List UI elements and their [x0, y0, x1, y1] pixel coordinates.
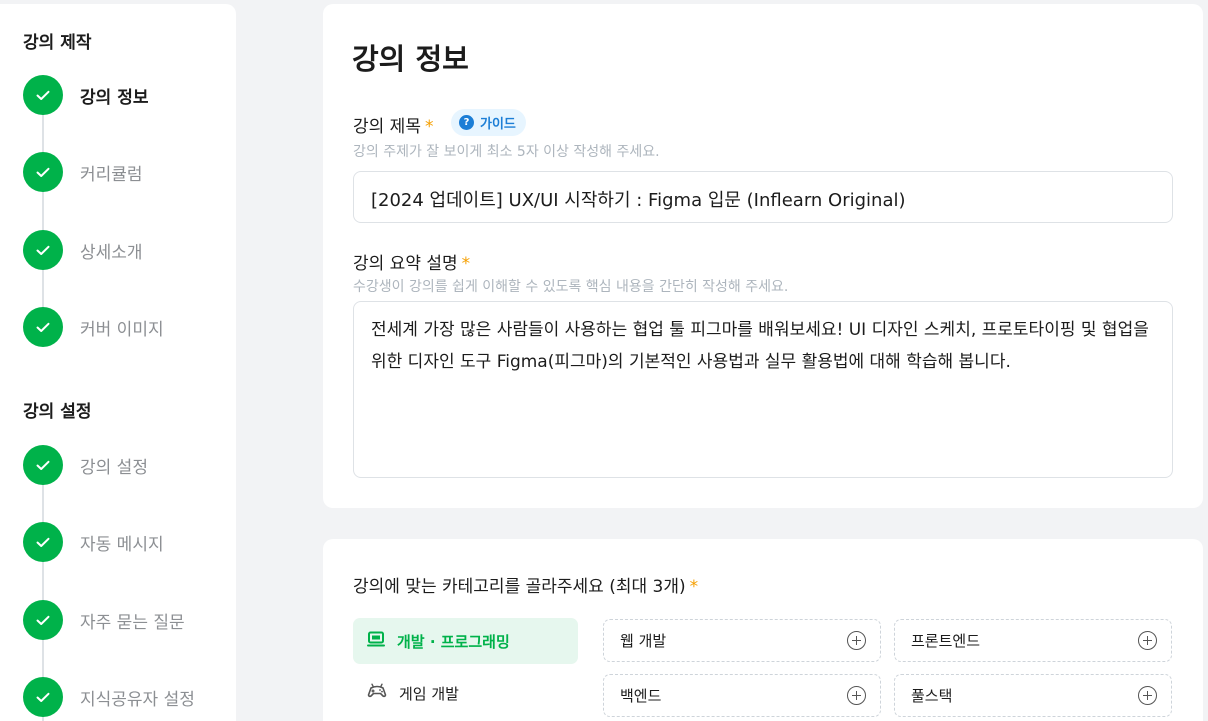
course-title-hint: 강의 주제가 잘 보이게 최소 5자 이상 작성해 주세요. [353, 144, 660, 160]
subcategory-label: 프론트엔드 [911, 632, 981, 650]
check-icon [23, 230, 63, 270]
check-icon [23, 445, 63, 485]
question-icon: ? [459, 115, 474, 130]
subcategory-fullstack[interactable]: 풀스택 [894, 674, 1172, 717]
plus-circle-icon [1138, 686, 1157, 705]
course-info-card: 강의 정보 강의 제목 * ? 가이드 강의 주제가 잘 보이게 최소 5자 이상… [323, 4, 1203, 508]
sidebar-step-label: 상세소개 [80, 242, 143, 263]
sidebar-step-faq[interactable]: 자주 묻는 질문 [23, 600, 185, 640]
check-icon [23, 152, 63, 192]
section-title-course-settings: 강의 설정 [23, 402, 92, 422]
sidebar-step-label: 자동 메시지 [80, 534, 164, 555]
subcategory-label: 풀스택 [911, 687, 953, 705]
sidebar-step-course-info[interactable]: 강의 정보 [23, 75, 148, 115]
monitor-icon [367, 631, 385, 652]
sidebar-step-label: 강의 정보 [80, 87, 149, 108]
course-title-label: 강의 제목 * [353, 112, 433, 137]
check-icon [23, 75, 63, 115]
progress-line [42, 113, 44, 319]
subcategory-web-dev[interactable]: 웹 개발 [603, 619, 881, 662]
sidebar: 강의 제작 강의 정보 커리큘럼 상세소개 커버 이미지 강의 설정 강의 설정… [0, 4, 236, 721]
sidebar-step-label: 자주 묻는 질문 [80, 612, 185, 633]
game-controller-icon [367, 683, 387, 703]
category-label-main: 개발 · 프로그래밍 [397, 632, 510, 651]
sidebar-step-detail-intro[interactable]: 상세소개 [23, 230, 143, 270]
subcategory-label: 웹 개발 [620, 632, 667, 650]
sidebar-step-label: 강의 설정 [80, 457, 148, 478]
sidebar-step-auto-message[interactable]: 자동 메시지 [23, 522, 164, 562]
sidebar-step-curriculum[interactable]: 커리큘럼 [23, 152, 143, 192]
plus-circle-icon [847, 686, 866, 705]
check-icon [23, 600, 63, 640]
section-title-course-creation: 강의 제작 [23, 33, 92, 53]
guide-button-label: 가이드 [480, 117, 516, 132]
course-title-input[interactable]: [2024 업데이트] UX/UI 시작하기 : Figma 입문 (Infle… [353, 171, 1173, 223]
required-mark: * [461, 254, 471, 274]
plus-circle-icon [1138, 631, 1157, 650]
check-icon [23, 522, 63, 562]
sidebar-step-instructor-settings[interactable]: 지식공유자 설정 [23, 677, 195, 717]
plus-circle-icon [847, 631, 866, 650]
category-dev-programming[interactable]: 개발 · 프로그래밍 [353, 618, 578, 664]
course-summary-hint: 수강생이 강의를 쉽게 이해할 수 있도록 핵심 내용을 간단히 작성해 주세요… [353, 279, 789, 295]
required-mark: * [424, 117, 434, 137]
required-mark: * [689, 577, 699, 597]
page-title: 강의 정보 [352, 42, 469, 76]
check-icon [23, 677, 63, 717]
category-game-dev[interactable]: 게임 개발 [353, 670, 578, 716]
course-summary-textarea[interactable]: 전세계 가장 많은 사람들이 사용하는 협업 툴 피그마를 배워보세요! UI … [353, 301, 1173, 478]
category-label-main: 게임 개발 [399, 684, 459, 703]
category-label-text: 강의에 맞는 카테고리를 골라주세요 (최대 3개) [353, 577, 686, 597]
course-summary-label: 강의 요약 설명 * [353, 249, 470, 274]
subcategory-label: 백엔드 [620, 687, 662, 705]
sidebar-step-cover-image[interactable]: 커버 이미지 [23, 307, 164, 347]
subcategory-backend[interactable]: 백엔드 [603, 674, 881, 717]
course-title-label-text: 강의 제목 [353, 117, 421, 137]
course-summary-label-text: 강의 요약 설명 [353, 254, 458, 274]
sidebar-step-label: 커버 이미지 [80, 319, 164, 340]
subcategory-frontend[interactable]: 프론트엔드 [894, 619, 1172, 662]
sidebar-step-course-settings[interactable]: 강의 설정 [23, 445, 148, 485]
sidebar-step-label: 지식공유자 설정 [80, 689, 195, 710]
guide-button[interactable]: ? 가이드 [451, 109, 526, 136]
sidebar-step-label: 커리큘럼 [80, 164, 143, 185]
check-icon [23, 307, 63, 347]
category-label: 강의에 맞는 카테고리를 골라주세요 (최대 3개) * [353, 572, 698, 597]
category-card: 강의에 맞는 카테고리를 골라주세요 (최대 3개) * 개발 · 프로그래밍 게… [323, 539, 1203, 721]
